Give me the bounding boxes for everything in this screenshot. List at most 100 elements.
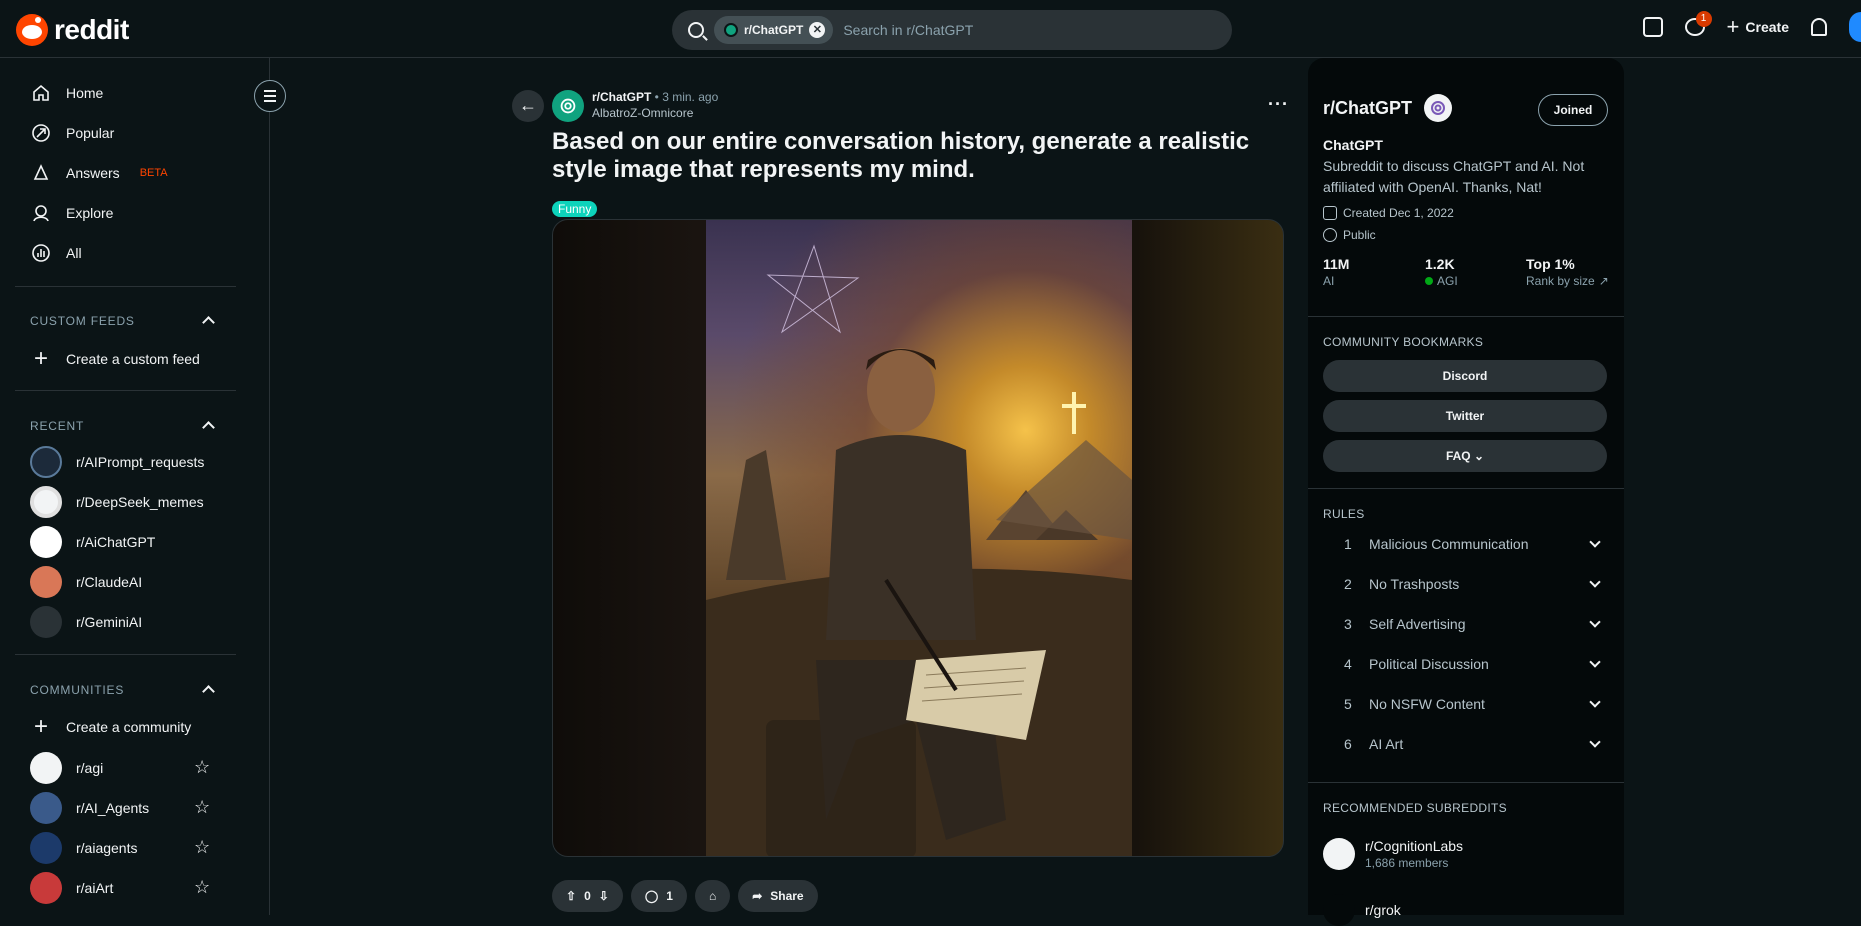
community-title[interactable]: r/ChatGPT — [1323, 98, 1412, 119]
search-bar[interactable]: r/ChatGPT ✕ Search in r/ChatGPT — [672, 10, 1232, 50]
recent-item[interactable]: r/AIPrompt_requests — [30, 446, 204, 478]
chevron-up-icon[interactable] — [202, 316, 215, 329]
chat-icon[interactable]: 1 — [1684, 11, 1712, 36]
subreddit-search-chip[interactable]: r/ChatGPT ✕ — [714, 16, 834, 44]
more-options-icon[interactable]: ··· — [1268, 94, 1289, 115]
divider — [1308, 488, 1624, 489]
create-feed-label: Create a custom feed — [66, 351, 200, 367]
stat-label-row: AGI — [1425, 274, 1458, 288]
chevron-down-icon: ⌄ — [1473, 449, 1485, 463]
community-label: r/AI_Agents — [76, 800, 150, 816]
share-button[interactable]: ➦ Share — [738, 880, 818, 912]
explore-icon — [30, 202, 52, 224]
create-custom-feed[interactable]: + Create a custom feed — [30, 345, 200, 372]
external-link-icon: ↗ — [1598, 274, 1609, 288]
community-item[interactable]: r/aiArt — [30, 872, 113, 904]
stat-members: 11M AI — [1323, 256, 1349, 288]
advertise-icon[interactable] — [1642, 17, 1663, 37]
recent-item[interactable]: r/GeminiAI — [30, 606, 142, 638]
plus-icon: + — [33, 345, 48, 372]
rule-item[interactable]: 1 Malicious Communication — [1344, 536, 1601, 552]
sidebar-item-explore[interactable]: Explore — [30, 202, 113, 224]
community-info-panel: r/ChatGPT Joined ChatGPT Subreddit to di… — [1308, 58, 1624, 926]
bookmark-faq-button[interactable]: FAQ ⌄ — [1323, 440, 1607, 472]
joined-button[interactable]: Joined — [1538, 94, 1608, 126]
sidebar-item-all[interactable]: All — [30, 242, 82, 264]
post-flair[interactable]: Funny — [552, 201, 598, 217]
user-avatar[interactable] — [1849, 12, 1861, 42]
create-button[interactable]: + Create — [1727, 16, 1789, 38]
stat-rank[interactable]: Top 1% Rank by size ↗ — [1526, 256, 1609, 288]
logo-text: reddit — [54, 14, 129, 45]
subreddit-avatar — [30, 566, 62, 598]
comments-button[interactable]: ◯ 1 — [630, 880, 687, 912]
rule-item[interactable]: 4 Political Discussion — [1344, 656, 1601, 672]
sidebar-item-home[interactable]: Home — [30, 82, 103, 104]
recommended-item[interactable]: r/grok — [1323, 894, 1401, 926]
award-button[interactable]: ⌂ — [694, 880, 731, 912]
favorite-star-icon[interactable]: ☆ — [194, 797, 210, 818]
communities-heading[interactable]: COMMUNITIES — [30, 683, 124, 697]
recent-item[interactable]: r/AiChatGPT — [30, 526, 155, 558]
recent-label: r/AIPrompt_requests — [76, 454, 205, 470]
create-community[interactable]: + Create a community — [30, 713, 191, 740]
divider — [15, 654, 236, 655]
favorite-star-icon[interactable]: ☆ — [194, 837, 210, 858]
created-text: Created Dec 1, 2022 — [1343, 206, 1454, 220]
recommended-item[interactable]: r/CognitionLabs 1,686 members — [1323, 838, 1463, 870]
chatgpt-icon[interactable] — [552, 90, 584, 122]
favorite-star-icon[interactable]: ☆ — [194, 757, 210, 778]
upvote-icon[interactable]: ⇧ — [566, 889, 576, 903]
community-item[interactable]: r/agi — [30, 752, 103, 784]
back-button[interactable]: ← — [512, 90, 544, 122]
chevron-down-icon — [1589, 736, 1601, 748]
bookmark-twitter-button[interactable]: Twitter — [1323, 400, 1607, 432]
all-icon — [30, 242, 52, 264]
collapse-sidebar-button[interactable] — [254, 80, 286, 112]
favorite-star-icon[interactable]: ☆ — [194, 877, 210, 898]
rule-text: AI Art — [1369, 736, 1404, 752]
recent-item[interactable]: r/ClaudeAI — [30, 566, 142, 598]
bookmark-discord-button[interactable]: Discord — [1323, 360, 1607, 392]
subreddit-avatar — [30, 752, 62, 784]
subreddit-avatar — [30, 606, 62, 638]
post-subreddit-link[interactable]: r/ChatGPT — [592, 90, 651, 104]
post-author-link[interactable]: AlbatroZ-Omnicore — [592, 106, 718, 120]
search-icon — [688, 22, 704, 38]
menu-line — [264, 90, 276, 92]
divider — [15, 286, 236, 287]
stat-label: Rank by size — [1526, 274, 1595, 288]
rule-item[interactable]: 2 No Trashposts — [1344, 576, 1601, 592]
globe-icon — [1323, 228, 1337, 242]
recent-heading[interactable]: RECENT — [30, 419, 84, 433]
chevron-up-icon[interactable] — [202, 685, 215, 698]
rule-item[interactable]: 5 No NSFW Content — [1344, 696, 1601, 712]
reddit-logo[interactable]: reddit — [16, 14, 129, 46]
clear-chip-icon[interactable]: ✕ — [809, 22, 826, 38]
recent-label: r/ClaudeAI — [76, 574, 143, 590]
subreddit-avatar — [30, 486, 62, 518]
community-description: Subreddit to discuss ChatGPT and AI. Not… — [1323, 158, 1585, 195]
rule-item[interactable]: 3 Self Advertising — [1344, 616, 1601, 632]
community-item[interactable]: r/AI_Agents — [30, 792, 149, 824]
chatgpt-icon — [724, 23, 738, 37]
post-title: Based on our entire conversation history… — [552, 128, 1250, 183]
post-image-container[interactable] — [552, 219, 1284, 857]
downvote-icon[interactable]: ⇩ — [599, 889, 609, 903]
sidebar-item-answers[interactable]: Answers BETA — [30, 162, 168, 184]
rule-number: 3 — [1344, 616, 1352, 632]
sidebar-item-popular[interactable]: Popular — [30, 122, 114, 144]
visibility-text: Public — [1343, 228, 1376, 242]
custom-feeds-heading[interactable]: CUSTOM FEEDS — [30, 314, 135, 328]
rule-item[interactable]: 6 AI Art — [1344, 736, 1601, 752]
post-time: • 3 min. ago — [651, 90, 719, 104]
stat-online: 1.2K AGI — [1425, 256, 1458, 288]
chevron-up-icon[interactable] — [202, 421, 215, 434]
notifications-icon[interactable] — [1811, 18, 1827, 36]
divider — [1308, 782, 1624, 783]
search-input[interactable]: Search in r/ChatGPT — [843, 22, 973, 38]
recommended-name: r/CognitionLabs — [1365, 838, 1464, 854]
recent-item[interactable]: r/DeepSeek_memes — [30, 486, 204, 518]
reddit-logo-icon — [16, 14, 48, 46]
community-item[interactable]: r/aiagents — [30, 832, 137, 864]
